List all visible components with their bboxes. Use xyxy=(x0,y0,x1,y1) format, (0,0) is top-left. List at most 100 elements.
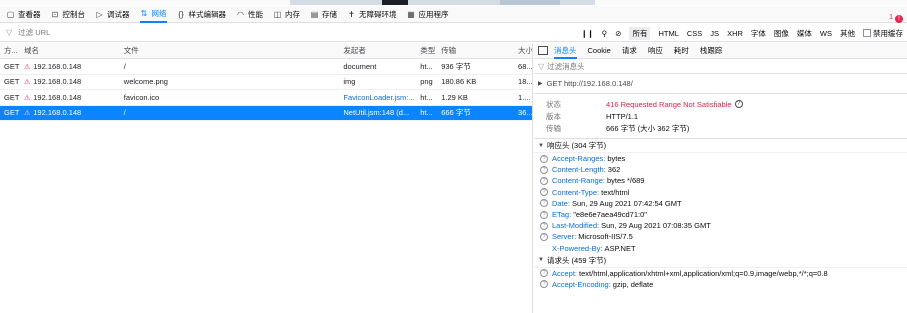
table-row[interactable]: GET ⚠ 192.168.0.148 favicon.ico FaviconLo… xyxy=(0,90,532,106)
column-initiator[interactable]: 发起者 xyxy=(339,45,416,56)
network-filter-bar: ▽ ❙❙ ⚲ ⊘ 所有 HTML CSS JS XHR 字体 图像 媒体 WS … xyxy=(0,24,907,42)
inspector-icon: ▢ xyxy=(6,9,15,19)
header-value: Sun, 29 Aug 2021 07:42:54 GMT xyxy=(571,198,682,208)
summary-value: 666 字节 (大小 362 字节) xyxy=(606,123,690,133)
url-filter-input[interactable] xyxy=(18,28,219,37)
pause-icon[interactable]: ❙❙ xyxy=(581,29,594,38)
summary-version: 版本 HTTP/1.1 xyxy=(546,110,907,122)
tab-performance[interactable]: ◠ 性能 xyxy=(236,6,263,23)
type-filter-ws[interactable]: WS xyxy=(820,29,832,38)
tab-label: 应用程序 xyxy=(418,9,449,19)
header-value: "e8e6e7aea49cd71:0" xyxy=(573,210,647,220)
request-table: 方... 域名 文件 发起者 类型 传输 大小 GET ⚠ 192.168.0.1… xyxy=(0,43,533,313)
column-size[interactable]: 大小 xyxy=(514,45,532,56)
domain-text: 192.168.0.148 xyxy=(33,92,82,102)
row-type: ht... xyxy=(420,108,433,118)
help-icon[interactable]: ? xyxy=(540,165,548,174)
request-headers-section[interactable]: ▼ 请求头 (459 字节) xyxy=(534,254,907,268)
tab-accessibility[interactable]: ✝ 无障碍环境 xyxy=(347,6,396,23)
tab-style-editor[interactable]: {} 样式编辑器 xyxy=(177,6,227,23)
column-method[interactable]: 方... xyxy=(0,45,20,56)
request-line[interactable]: ▶ GET http://192.168.0.148/ xyxy=(534,74,907,94)
tab-cookie[interactable]: Cookie xyxy=(588,43,611,59)
header-line: X-Powered-By: ASP.NET xyxy=(534,243,907,254)
help-icon[interactable]: ? xyxy=(540,221,548,230)
tab-console[interactable]: ⊡ 控制台 xyxy=(51,6,86,23)
disable-cache-label: 禁用缓存 xyxy=(873,28,903,38)
column-file[interactable]: 文件 xyxy=(120,45,340,56)
summary-key: 状态 xyxy=(546,99,561,109)
response-headers-section[interactable]: ▼ 响应头 (304 字节) xyxy=(534,139,907,153)
tab-headers[interactable]: 消息头 xyxy=(554,43,577,59)
tab-label: 存储 xyxy=(322,9,337,19)
filter-icon: ▽ xyxy=(538,61,545,71)
disable-cache-toggle[interactable]: 禁用缓存 xyxy=(863,28,903,39)
help-icon[interactable]: ? xyxy=(540,176,548,185)
help-icon[interactable]: ? xyxy=(540,199,548,208)
type-filter-other[interactable]: 其他 xyxy=(840,28,855,39)
block-icon[interactable]: ⊘ xyxy=(615,29,621,38)
row-initiator-link[interactable]: FaviconLoader.jsm:... xyxy=(339,93,416,102)
collapse-arrow-icon: ▼ xyxy=(538,257,544,264)
help-icon[interactable]: ? xyxy=(734,100,743,108)
headers-filter-input[interactable] xyxy=(547,61,748,71)
table-row[interactable]: GET ⚠ 192.168.0.148 / document ht... 936 … xyxy=(0,59,532,75)
type-filter-html[interactable]: HTML xyxy=(658,29,678,38)
tab-inspector[interactable]: ▢ 查看器 xyxy=(6,6,41,23)
request-detail-panel: 消息头 Cookie 请求 响应 耗时 栈跟踪 ▽ ▶ GET http://1… xyxy=(534,43,907,313)
error-count: 1 xyxy=(889,14,893,21)
table-row[interactable]: GET ⚠ 192.168.0.148 welcome.png img png 1… xyxy=(0,75,533,90)
type-filter-css[interactable]: CSS xyxy=(687,29,702,38)
header-line: ? Content-Type: text/html xyxy=(534,187,907,198)
application-icon: ▦ xyxy=(407,9,415,19)
type-filter-xhr[interactable]: XHR xyxy=(727,29,743,38)
help-icon[interactable]: ? xyxy=(540,232,548,241)
section-title: 响应头 (304 字节) xyxy=(546,141,607,150)
tab-response[interactable]: 响应 xyxy=(648,43,663,59)
tab-application[interactable]: ▦ 应用程序 xyxy=(407,6,449,23)
type-filter-fonts[interactable]: 字体 xyxy=(751,28,766,39)
column-type[interactable]: 类型 xyxy=(416,45,437,56)
column-transferred[interactable]: 传输 xyxy=(437,45,514,56)
tab-storage[interactable]: ▤ 存储 xyxy=(310,6,337,23)
type-filter-media[interactable]: 媒体 xyxy=(797,28,812,39)
search-icon[interactable]: ⚲ xyxy=(602,29,608,38)
row-initiator-link[interactable]: NetUtil.jsm:148 (d... xyxy=(339,108,416,117)
type-filter-images[interactable]: 图像 xyxy=(774,28,789,39)
header-name: Accept: xyxy=(552,268,578,278)
tab-label: 控制台 xyxy=(62,9,86,19)
help-icon[interactable]: ? xyxy=(540,210,548,219)
row-method: GET xyxy=(4,92,20,102)
row-transferred: 180.86 KB xyxy=(441,77,477,87)
type-filter-all[interactable]: 所有 xyxy=(629,26,651,40)
request-url: GET http://192.168.0.148/ xyxy=(546,79,633,88)
domain-text: 192.168.0.148 xyxy=(33,108,82,118)
help-icon[interactable]: ? xyxy=(540,269,548,278)
type-filter-js[interactable]: JS xyxy=(710,29,719,38)
table-header: 方... 域名 文件 发起者 类型 传输 大小 xyxy=(0,43,532,59)
tab-network[interactable]: ⇅ 网络 xyxy=(139,6,167,23)
help-icon[interactable]: ? xyxy=(540,154,548,163)
header-line: ? Content-Range: bytes */689 xyxy=(534,175,907,186)
tab-timings[interactable]: 耗时 xyxy=(674,43,689,59)
summary-key: 传输 xyxy=(546,123,561,133)
tab-stack-trace[interactable]: 栈跟踪 xyxy=(700,43,723,59)
help-icon[interactable]: ? xyxy=(540,188,548,197)
row-size: 18... xyxy=(518,77,533,87)
checkbox[interactable] xyxy=(863,28,871,37)
row-size: 68... xyxy=(518,61,533,71)
header-line: ? Content-Length: 362 xyxy=(534,164,907,175)
row-transferred: 666 字节 xyxy=(441,108,471,118)
toggle-panel-icon[interactable] xyxy=(538,46,548,55)
tab-label: 样式编辑器 xyxy=(188,9,227,19)
row-file: welcome.png xyxy=(123,77,168,87)
column-domain[interactable]: 域名 xyxy=(20,45,120,56)
header-line: ? Last-Modified: Sun, 29 Aug 2021 07:08:35… xyxy=(534,220,907,231)
table-row-selected[interactable]: GET ⚠ 192.168.0.148 / NetUtil.jsm:148 (d.… xyxy=(0,105,532,121)
filter-icon: ▽ xyxy=(6,28,13,37)
tab-request[interactable]: 请求 xyxy=(622,43,637,59)
tab-debugger[interactable]: ▷ 调试器 xyxy=(95,6,129,23)
help-icon[interactable]: ? xyxy=(540,280,548,289)
tab-memory[interactable]: ◫ 内存 xyxy=(273,6,300,23)
error-icon[interactable]: ! xyxy=(895,15,903,23)
